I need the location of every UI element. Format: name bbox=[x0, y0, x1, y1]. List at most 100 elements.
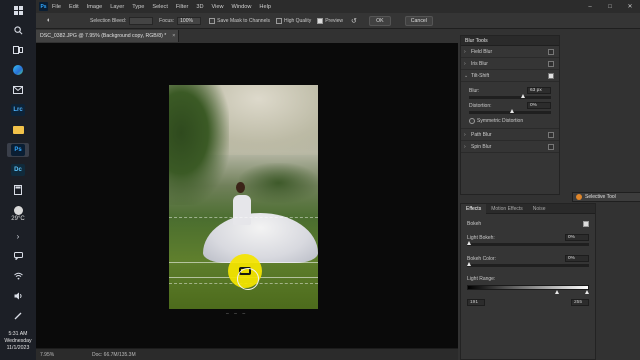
reset-pins-icon[interactable]: ↺ bbox=[351, 17, 357, 25]
blur-item-iris-blur[interactable]: › Iris Blur bbox=[461, 58, 559, 70]
slider-handle[interactable] bbox=[510, 109, 514, 113]
slider-handle[interactable] bbox=[520, 94, 525, 98]
distortion-field[interactable]: 0% bbox=[527, 102, 551, 109]
slider-handle[interactable] bbox=[467, 262, 471, 266]
ok-button[interactable]: OK bbox=[368, 15, 391, 26]
menu-select[interactable]: Select bbox=[152, 4, 168, 10]
blur-amount-field[interactable]: 63 px bbox=[527, 87, 551, 94]
weather-icon bbox=[13, 206, 23, 215]
symmetric-distortion-checkbox[interactable] bbox=[469, 118, 475, 124]
light-range-high-field[interactable]: 255 bbox=[571, 299, 589, 306]
mail-icon[interactable] bbox=[7, 83, 29, 97]
system-tray: › bbox=[7, 226, 29, 326]
file-explorer-icon[interactable] bbox=[7, 123, 29, 137]
blur-item-field-blur[interactable]: › Field Blur bbox=[461, 46, 559, 58]
focus-value: 100% bbox=[180, 17, 193, 24]
blur-item-label: Field Blur bbox=[471, 48, 493, 55]
menu-layer[interactable]: Layer bbox=[110, 4, 124, 10]
volume-icon[interactable] bbox=[7, 289, 29, 303]
menu-image[interactable]: Image bbox=[87, 4, 103, 10]
light-bokeh-slider[interactable] bbox=[467, 241, 589, 246]
taskbar-clock[interactable]: 5:31 AM Wednesday 11/1/2023 bbox=[0, 331, 36, 352]
light-range-slider[interactable] bbox=[467, 290, 589, 295]
slider-handle[interactable] bbox=[467, 241, 471, 245]
photoshop-taskbar-icon[interactable]: Ps bbox=[7, 143, 29, 157]
blur-item-tilt-shift[interactable]: ⌄ Tilt-Shift bbox=[461, 70, 559, 82]
preview-label: Preview bbox=[325, 17, 343, 24]
preview-checkbox[interactable] bbox=[317, 17, 324, 24]
chat-icon[interactable] bbox=[7, 249, 29, 263]
bokeh-checkbox[interactable] bbox=[583, 221, 589, 227]
bokeh-color-field[interactable]: 0% bbox=[565, 255, 589, 262]
blur-item-label: Spin Blur bbox=[471, 143, 492, 150]
bokeh-color-slider[interactable] bbox=[467, 262, 589, 267]
calculator-icon[interactable] bbox=[7, 183, 29, 197]
path-blur-checkbox[interactable] bbox=[548, 131, 554, 138]
chevron-down-icon[interactable]: ⌄ bbox=[464, 73, 468, 79]
task-view-icon[interactable] bbox=[7, 43, 29, 57]
menu-filter[interactable]: Filter bbox=[176, 4, 188, 10]
spin-blur-checkbox[interactable] bbox=[548, 143, 554, 150]
canvas-area[interactable]: – – – bbox=[36, 43, 458, 348]
focus-field[interactable]: 100% bbox=[177, 16, 202, 25]
tab-motion-effects[interactable]: Motion Effects bbox=[486, 206, 528, 212]
tab-noise[interactable]: Noise bbox=[528, 206, 551, 212]
selection-bleed-field[interactable] bbox=[129, 16, 154, 25]
blur-ring[interactable] bbox=[237, 268, 259, 290]
save-mask-checkbox[interactable] bbox=[209, 17, 216, 24]
search-icon[interactable] bbox=[7, 23, 29, 37]
light-range-gradient[interactable] bbox=[467, 285, 589, 290]
cancel-button[interactable]: Cancel bbox=[404, 15, 433, 26]
menu-view[interactable]: View bbox=[211, 4, 223, 10]
maximize-icon[interactable]: □ bbox=[600, 4, 620, 10]
selective-tool-title: Selective Tool bbox=[585, 194, 616, 200]
bokeh-color-label: Bokeh Color: bbox=[467, 255, 496, 262]
dimension-app-icon[interactable]: Dc bbox=[7, 163, 29, 177]
close-icon[interactable]: ✕ bbox=[620, 3, 640, 10]
menu-3d[interactable]: 3D bbox=[196, 4, 203, 10]
edge-browser-icon[interactable] bbox=[7, 63, 29, 77]
blur-amount-slider[interactable] bbox=[469, 94, 551, 99]
document-tab[interactable]: DSC_0382.JPG @ 7.95% (Background copy, R… bbox=[36, 30, 179, 42]
chevron-right-icon[interactable]: › bbox=[464, 61, 466, 67]
high-quality-checkbox[interactable] bbox=[275, 17, 282, 24]
blur-item-path-blur[interactable]: › Path Blur bbox=[461, 129, 559, 141]
clock-day: Wednesday bbox=[4, 338, 32, 344]
tilt-shift-outer-line-top[interactable] bbox=[169, 217, 318, 218]
slider-handle[interactable] bbox=[555, 290, 560, 294]
tilt-shift-checkbox[interactable] bbox=[548, 72, 554, 79]
minimize-icon[interactable]: – bbox=[580, 4, 600, 10]
blur-item-label: Iris Blur bbox=[471, 60, 488, 67]
blur-item-spin-blur[interactable]: › Spin Blur bbox=[461, 141, 559, 153]
network-icon[interactable] bbox=[7, 269, 29, 283]
selection-bleed-label: Selection Bleed: bbox=[90, 17, 127, 24]
menu-help[interactable]: Help bbox=[259, 4, 271, 10]
distortion-slider[interactable] bbox=[469, 109, 551, 114]
selective-tool-panel[interactable]: Selective Tool ▭ ✕ bbox=[572, 192, 640, 202]
light-range-low-field[interactable]: 191 bbox=[467, 299, 485, 306]
menu-window[interactable]: Window bbox=[232, 4, 252, 10]
iris-blur-checkbox[interactable] bbox=[548, 60, 554, 67]
tab-effects[interactable]: Effects bbox=[461, 203, 487, 214]
doc-size: Doc: 66.7M/135.3M bbox=[92, 351, 136, 358]
chevron-right-icon[interactable]: › bbox=[464, 144, 466, 150]
light-bokeh-field[interactable]: 0% bbox=[565, 234, 589, 241]
menu-file[interactable]: File bbox=[52, 4, 61, 10]
menu-edit[interactable]: Edit bbox=[69, 4, 79, 10]
show-hidden-icons-icon[interactable]: › bbox=[7, 229, 29, 243]
light-range-label: Light Range: bbox=[467, 276, 496, 282]
zoom-level[interactable]: 7.95% bbox=[40, 352, 64, 358]
menu-type[interactable]: Type bbox=[132, 4, 144, 10]
lightroom-classic-icon[interactable]: Lrc bbox=[7, 103, 29, 117]
weather-widget[interactable]: 29°C bbox=[11, 206, 25, 222]
pen-menu-icon[interactable] bbox=[7, 309, 29, 323]
save-mask-label: Save Mask to Channels bbox=[217, 17, 270, 24]
field-blur-checkbox[interactable] bbox=[548, 48, 554, 55]
slider-handle[interactable] bbox=[585, 290, 589, 294]
chevron-right-icon[interactable]: › bbox=[464, 49, 466, 55]
blur-gallery-tool-icon[interactable]: ◐ bbox=[42, 16, 56, 26]
chevron-right-icon[interactable]: › bbox=[464, 132, 466, 138]
windows-start-icon[interactable] bbox=[7, 3, 29, 17]
effects-tabs: Effects Motion Effects Noise bbox=[461, 203, 595, 214]
tab-close-icon[interactable]: × bbox=[172, 33, 175, 39]
